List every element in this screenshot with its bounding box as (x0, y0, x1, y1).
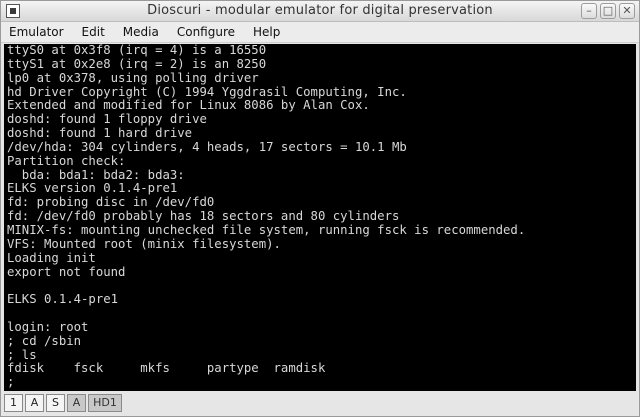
console-line: ; (7, 375, 15, 390)
console-line: fd: /dev/fd0 probably has 18 sectors and… (7, 209, 400, 224)
menu-bar: Emulator Edit Media Configure Help (1, 22, 639, 43)
console-line: bda: bda1: bda2: bda3: (7, 167, 185, 182)
console-line: VFS: Mounted root (minix filesystem). (7, 236, 281, 251)
indicator-s: S (46, 394, 65, 412)
console-line: ELKS version 0.1.4-pre1 (7, 181, 178, 196)
console-line: export not found (7, 264, 126, 279)
console-line: ; cd /sbin (7, 333, 82, 348)
console-line: doshd: found 1 floppy drive (7, 112, 207, 127)
console-line: Loading init (7, 250, 96, 265)
console-line: ttyS1 at 0x2e8 (irq = 2) is an 8250 (7, 56, 267, 71)
console-line: fd: probing disc in /dev/fd0 (7, 195, 215, 210)
window-title: Dioscuri - modular emulator for digital … (147, 3, 493, 18)
console-line: doshd: found 1 hard drive (7, 126, 193, 141)
menu-edit[interactable]: Edit (73, 22, 114, 42)
title-bar[interactable]: Dioscuri - modular emulator for digital … (1, 1, 639, 22)
console-line: fdisk fsck mkfs partype ramdisk (7, 361, 326, 376)
menu-emulator[interactable]: Emulator (1, 22, 73, 42)
emulator-window: Dioscuri - modular emulator for digital … (0, 0, 640, 417)
console-line: /dev/hda: 304 cylinders, 4 heads, 17 sec… (7, 139, 407, 154)
console-output: ttyS0 at 0x3f8 (irq = 4) is a 16550 ttyS1… (4, 44, 636, 390)
console-line: ; ls (7, 347, 37, 362)
console-line: hd Driver Copyright (C) 1994 Yggdrasil C… (7, 84, 407, 99)
console-line: Extended and modified for Linux 8086 by … (7, 98, 370, 113)
menu-configure[interactable]: Configure (168, 22, 244, 42)
maximize-button[interactable]: □ (600, 3, 616, 19)
emulator-screen[interactable]: ttyS0 at 0x3f8 (irq = 4) is a 16550 ttyS1… (4, 44, 636, 391)
minimize-button[interactable]: – (581, 3, 597, 19)
menu-help[interactable]: Help (244, 22, 289, 42)
indicator-a: A (25, 394, 44, 412)
console-line: MINIX-fs: mounting unchecked file system… (7, 222, 526, 237)
menu-media[interactable]: Media (114, 22, 168, 42)
close-button[interactable]: ✕ (619, 3, 635, 19)
indicator-floppy-a: A (67, 394, 86, 412)
console-line: ELKS 0.1.4-pre1 (7, 292, 119, 307)
console-line: lp0 at 0x378, using polling driver (7, 70, 259, 85)
console-line: Partition check: (7, 153, 126, 168)
indicator-1: 1 (4, 394, 23, 412)
console-line: login: root (7, 319, 89, 334)
console-line: ttyS0 at 0x3f8 (irq = 4) is a 16550 (7, 44, 267, 57)
indicator-hd1: HD1 (88, 394, 122, 412)
status-bar: 1 A S A HD1 (4, 393, 122, 413)
window-controls: – □ ✕ (581, 3, 635, 19)
